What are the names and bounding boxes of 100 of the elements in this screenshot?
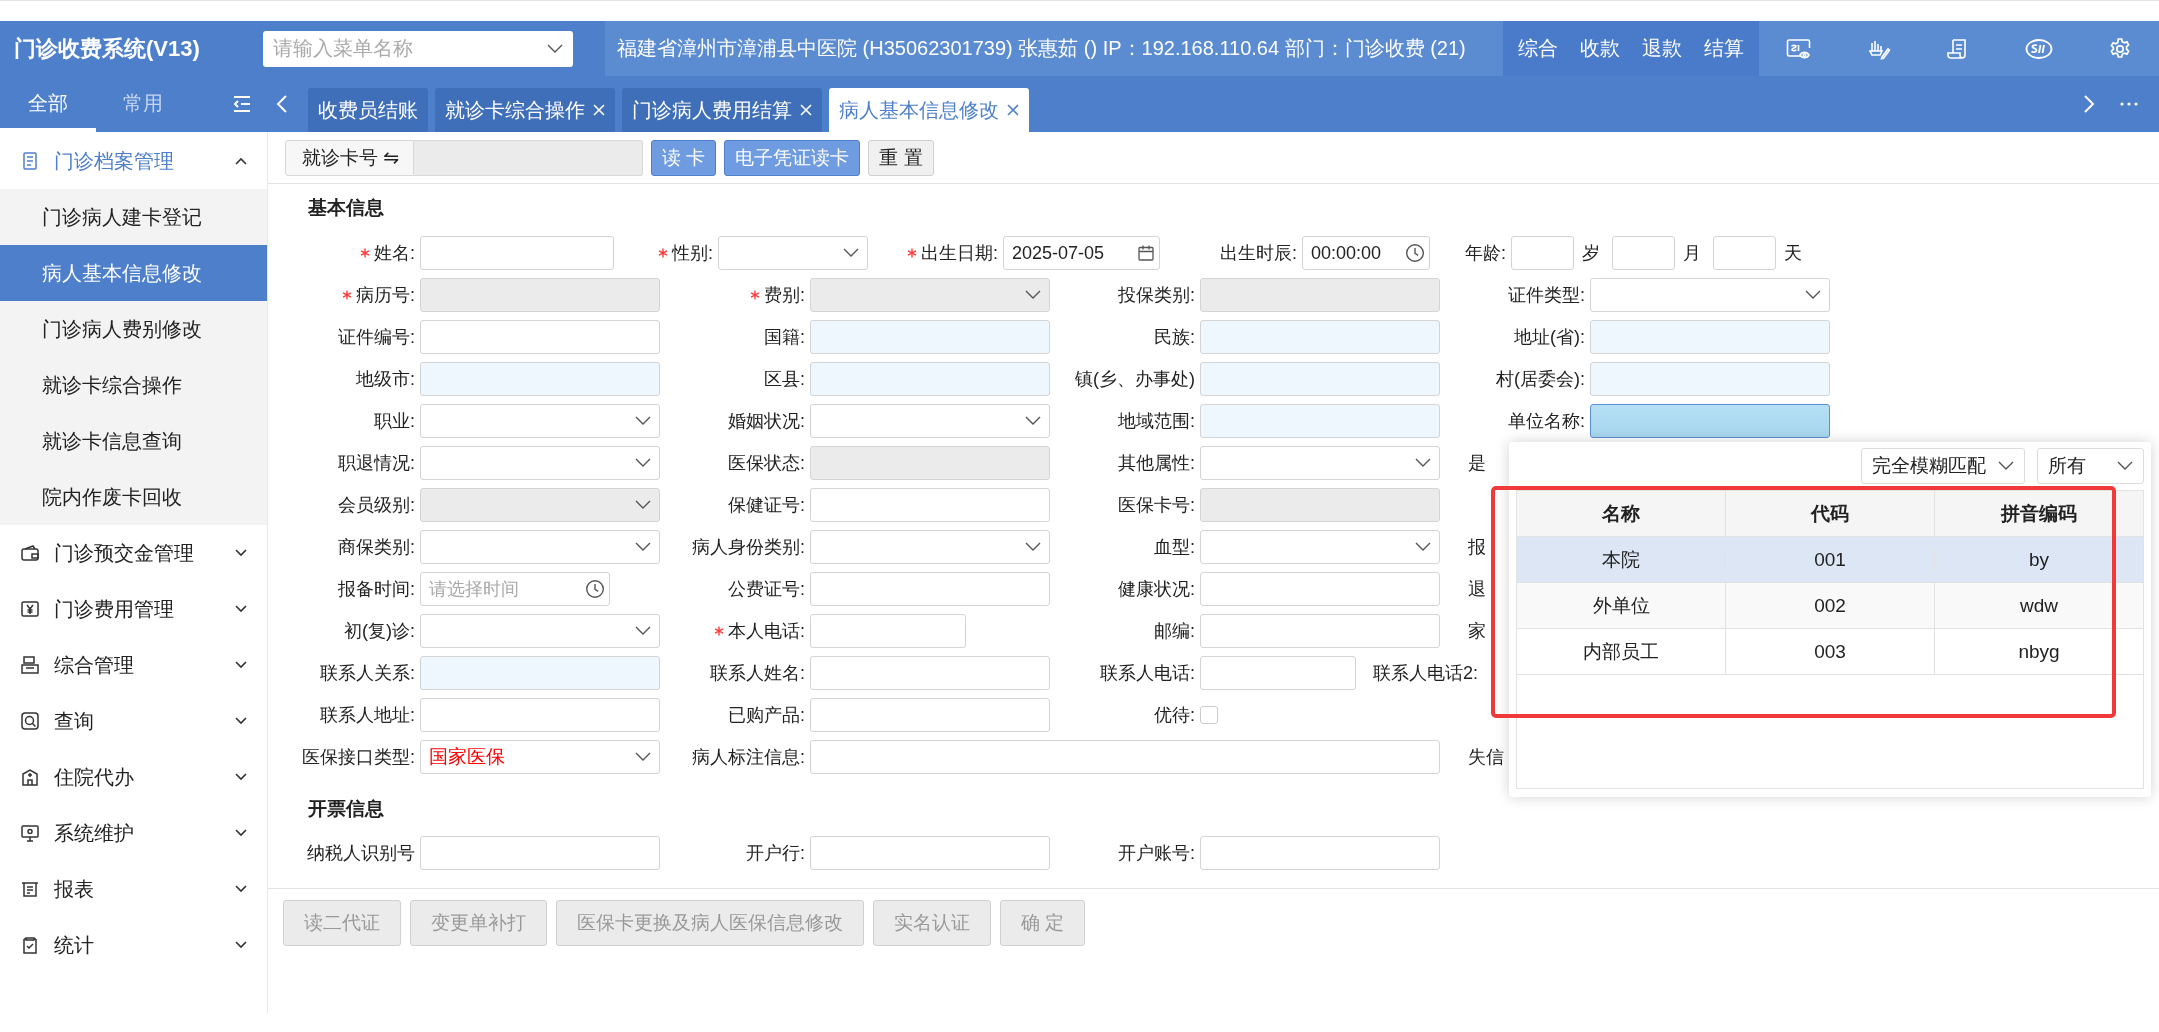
caret-down-icon	[235, 661, 247, 669]
dropdown-field[interactable]	[420, 614, 660, 648]
receipt-icon	[20, 879, 40, 899]
card-icon[interactable]	[1786, 36, 1813, 61]
required-icon	[342, 290, 352, 300]
unit-label: 岁	[1582, 242, 1600, 265]
field-label: 报	[1468, 536, 1486, 559]
field-label: 联系人地址:	[320, 704, 415, 727]
menu-group[interactable]: 门诊预交金管理	[0, 525, 267, 581]
menu-item[interactable]: 门诊病人费别修改	[0, 301, 267, 357]
table-row[interactable]: 外单位 002 wdw	[1517, 583, 2143, 629]
caret-down-icon	[235, 941, 247, 949]
column-header: 代码	[1726, 491, 1935, 536]
table-cell: 002	[1726, 583, 1935, 628]
field-label: 民族:	[1154, 326, 1195, 349]
card-number-field[interactable]	[414, 140, 643, 176]
menu-item[interactable]: 就诊卡综合操作	[0, 357, 267, 413]
dropdown-field[interactable]	[1590, 278, 1830, 312]
field-label: 本人电话:	[728, 620, 805, 643]
page-tab[interactable]: 就诊卡综合操作	[435, 88, 615, 132]
close-icon[interactable]	[1007, 104, 1019, 116]
field-label: 家	[1468, 620, 1486, 643]
field-label: 会员级别:	[338, 494, 415, 517]
menu-group[interactable]: 系统维护	[0, 805, 267, 861]
chevron-icon	[635, 542, 651, 552]
page-tab[interactable]: 病人基本信息修改	[829, 88, 1029, 132]
field-label: 联系人电话:	[1100, 662, 1195, 685]
menu-item[interactable]: 就诊卡信息查询	[0, 413, 267, 469]
field-label: 费别:	[764, 284, 805, 307]
menu-item[interactable]: 院内作废卡回收	[0, 469, 267, 525]
menu-item[interactable]: 病人基本信息修改	[0, 245, 267, 301]
field-label: 健康状况:	[1118, 578, 1195, 601]
date-field[interactable]: 2025-07-05	[1003, 236, 1160, 270]
dropdown-field[interactable]	[420, 530, 660, 564]
dropdown-field[interactable]	[420, 446, 660, 480]
dropdown-field[interactable]: 所有	[2037, 448, 2144, 484]
document-icon	[20, 151, 40, 171]
field-label: 投保类别:	[1118, 284, 1195, 307]
page-tab[interactable]: 门诊病人费用结算	[622, 88, 822, 132]
table-cell: 内部员工	[1517, 629, 1726, 674]
field-label: 纳税人识别号	[307, 842, 415, 865]
field-label: 商保类别:	[338, 536, 415, 559]
nav-link[interactable]: 综合	[1507, 21, 1569, 76]
chevron-icon	[635, 626, 651, 636]
toolbar-button[interactable]: 重 置	[868, 140, 934, 176]
menu-group[interactable]: 查询	[0, 693, 267, 749]
page-tab[interactable]: 收费员结账	[308, 88, 428, 132]
dropdown-field[interactable]	[810, 530, 1050, 564]
field-label: 单位名称:	[1508, 410, 1585, 433]
field-label: 医保接口类型:	[302, 746, 415, 769]
menu-group[interactable]: 统计	[0, 917, 267, 973]
chevron-icon	[635, 458, 651, 468]
dropdown-field[interactable]: 国家医保	[420, 740, 660, 774]
dropdown-field[interactable]	[420, 404, 660, 438]
chevron-icon	[547, 43, 563, 54]
dropdown-field[interactable]	[810, 404, 1050, 438]
dropdown-field[interactable]	[718, 236, 868, 270]
field-label: 联系人关系:	[320, 662, 415, 685]
dropdown-field[interactable]	[1200, 446, 1440, 480]
unit-label: 天	[1784, 242, 1802, 265]
table-cell: 本院	[1517, 546, 1726, 573]
dropdown-field[interactable]: 完全模糊匹配	[1861, 448, 2025, 484]
field-label: 证件编号:	[338, 326, 415, 349]
nav-link[interactable]: 退款	[1631, 21, 1693, 76]
chevron-icon	[1998, 461, 2014, 471]
table-cell: 001	[1726, 548, 1935, 571]
card-type-label[interactable]: 就诊卡号 ⇋	[285, 140, 415, 176]
nav-link[interactable]: 收款	[1569, 21, 1631, 76]
required-icon	[714, 626, 724, 636]
oval-emblem-icon[interactable]	[2024, 37, 2053, 60]
time-field[interactable]: 00:00:00	[1302, 236, 1430, 270]
field-label: 保健证号:	[728, 494, 805, 517]
menu-group[interactable]: 门诊费用管理	[0, 581, 267, 637]
chevron-icon	[1805, 290, 1821, 300]
text-field[interactable]	[1590, 404, 1830, 438]
clock-icon	[585, 579, 605, 599]
table-row[interactable]: 内部员工 003 nbyg	[1517, 629, 2143, 675]
table-row[interactable]: 本院 001 by	[1517, 537, 2143, 583]
nav-link[interactable]: 结算	[1693, 21, 1755, 76]
field-label: 初(复)诊:	[344, 620, 415, 643]
required-icon	[658, 248, 668, 258]
field-label: 地域范围:	[1118, 410, 1195, 433]
checkbox[interactable]	[1200, 706, 1218, 724]
chevron-icon	[635, 500, 651, 510]
monitor-icon	[20, 823, 40, 843]
tray-icon	[20, 655, 40, 675]
field-label: 邮编:	[1154, 620, 1195, 643]
sidebar-tab[interactable]: 全部	[0, 76, 96, 132]
menu-item[interactable]: 门诊病人建卡登记	[0, 189, 267, 245]
section-title: 基本信息	[307, 196, 385, 220]
field-label: 联系人姓名:	[710, 662, 805, 685]
dropdown-field[interactable]	[1200, 530, 1440, 564]
menu-group[interactable]: 住院代办	[0, 749, 267, 805]
field-label: 出生日期:	[921, 242, 998, 265]
menu-group[interactable]: 门诊档案管理	[0, 133, 267, 189]
column-header: 拼音编码	[1999, 501, 2078, 526]
menu-group[interactable]: 报表	[0, 861, 267, 917]
chevron-icon	[2117, 461, 2133, 471]
menu-group[interactable]: 综合管理	[0, 637, 267, 693]
field-label: 报备时间:	[338, 578, 415, 601]
